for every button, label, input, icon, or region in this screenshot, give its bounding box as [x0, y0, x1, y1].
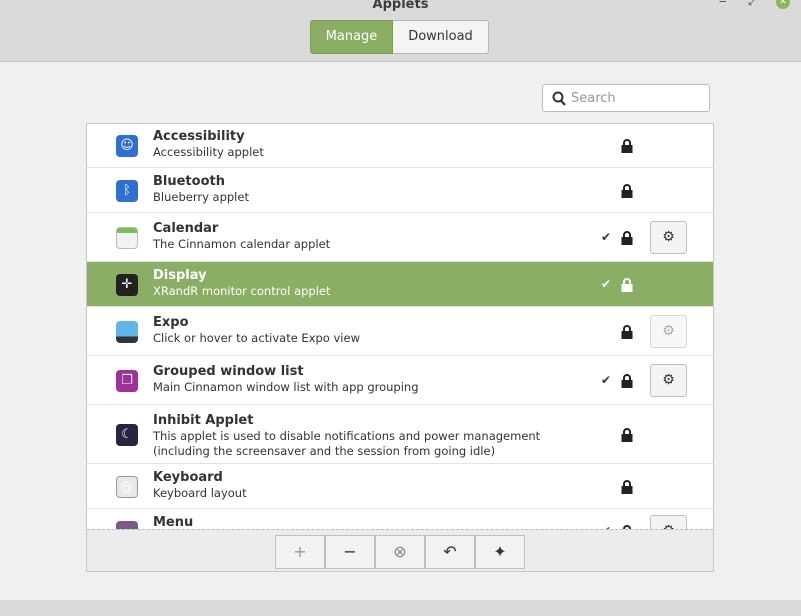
applet-name: Keyboard [153, 469, 223, 485]
window-bottom [0, 600, 801, 616]
applet-description: XRandR monitor control applet [153, 283, 331, 298]
window-list-icon: ❐ [116, 369, 138, 392]
applet-name: Inhibit Applet [153, 413, 254, 428]
moon-icon: ☾ [116, 423, 138, 446]
applet-name: Bluetooth [153, 173, 225, 189]
clear-button[interactable]: ⊗ [375, 535, 425, 569]
applet-name: Grouped window list [153, 363, 304, 379]
minimize-button[interactable]: ‒ [719, 0, 727, 8]
window-title: Applets [372, 0, 429, 12]
list-toolbar: + − ⊗ ↶ ✦ [87, 529, 713, 571]
lock-icon [621, 277, 633, 292]
applet-description: The Cinnamon calendar applet [153, 236, 331, 251]
applet-row[interactable]: Expo Click or hover to activate Expo vie… [87, 307, 713, 356]
applet-description: Blueberry applet [153, 189, 249, 204]
maximize-button[interactable]: ⤢ [748, 0, 758, 9]
applet-description: This applet is used to disable notificat… [153, 429, 541, 458]
applet-row[interactable]: Calendar The Cinnamon calendar applet ✔ ⚙ [87, 213, 713, 262]
applet-description: Click or hover to activate Expo view [153, 330, 360, 345]
applet-description: Keyboard layout [153, 485, 247, 500]
accessibility-icon: ☺ [116, 135, 138, 157]
lock-icon [621, 230, 633, 245]
enabled-check-icon: ✔ [601, 276, 612, 291]
search-input[interactable] [571, 89, 705, 108]
applet-row[interactable]: ☺ Accessibility Accessibility applet [87, 124, 713, 168]
applet-row[interactable]: ☾ Inhibit Applet This applet is used to … [87, 405, 713, 464]
applet-name: Display [153, 267, 207, 283]
more-applets-button[interactable]: ✦ [475, 535, 525, 569]
expo-icon [116, 320, 138, 343]
title-bar: Applets ‒ ⤢ ✕ Manage Download [0, 0, 801, 62]
configure-button: ⚙ [650, 314, 687, 348]
search-field[interactable] [542, 84, 710, 112]
lock-icon [621, 139, 633, 153]
enabled-check-icon: ✔ [601, 229, 612, 244]
tab-manage[interactable]: Manage [310, 20, 393, 54]
applet-row[interactable]: ✛ Display XRandR monitor control applet ✔ [87, 262, 713, 307]
add-button[interactable]: + [275, 535, 325, 569]
applet-row[interactable]: @ Keyboard Keyboard layout [87, 464, 713, 509]
search-icon [552, 91, 566, 106]
applet-row[interactable]: ❐ Grouped window list Main Cinnamon wind… [87, 356, 713, 405]
configure-button[interactable]: ⚙ [650, 363, 687, 397]
applet-name: Accessibility [153, 129, 245, 144]
calendar-icon [116, 226, 138, 249]
applet-description: Main Cinnamon window list with app group… [153, 379, 419, 394]
undo-button[interactable]: ↶ [425, 535, 475, 569]
tab-download[interactable]: Download [393, 20, 489, 54]
applet-name: Expo [153, 314, 189, 330]
lock-icon [621, 427, 633, 442]
lock-icon [621, 324, 633, 339]
applet-description: Accessibility applet [153, 145, 264, 159]
lock-icon [621, 373, 633, 388]
remove-button[interactable]: − [325, 535, 375, 569]
applet-name: Calendar [153, 220, 219, 236]
display-icon: ✛ [116, 273, 138, 296]
applet-row[interactable]: ᛒ Bluetooth Blueberry applet [87, 168, 713, 213]
configure-button[interactable]: ⚙ [650, 220, 687, 254]
enabled-check-icon: ✔ [601, 372, 612, 387]
applet-list[interactable]: ☺ Accessibility Accessibility applet ᛒ Bl… [86, 123, 714, 572]
bluetooth-icon: ᛒ [116, 179, 138, 202]
keyboard-icon: @ [116, 475, 138, 498]
applet-name: Menu [153, 514, 194, 530]
lock-icon [621, 479, 633, 494]
lock-icon [621, 183, 633, 198]
